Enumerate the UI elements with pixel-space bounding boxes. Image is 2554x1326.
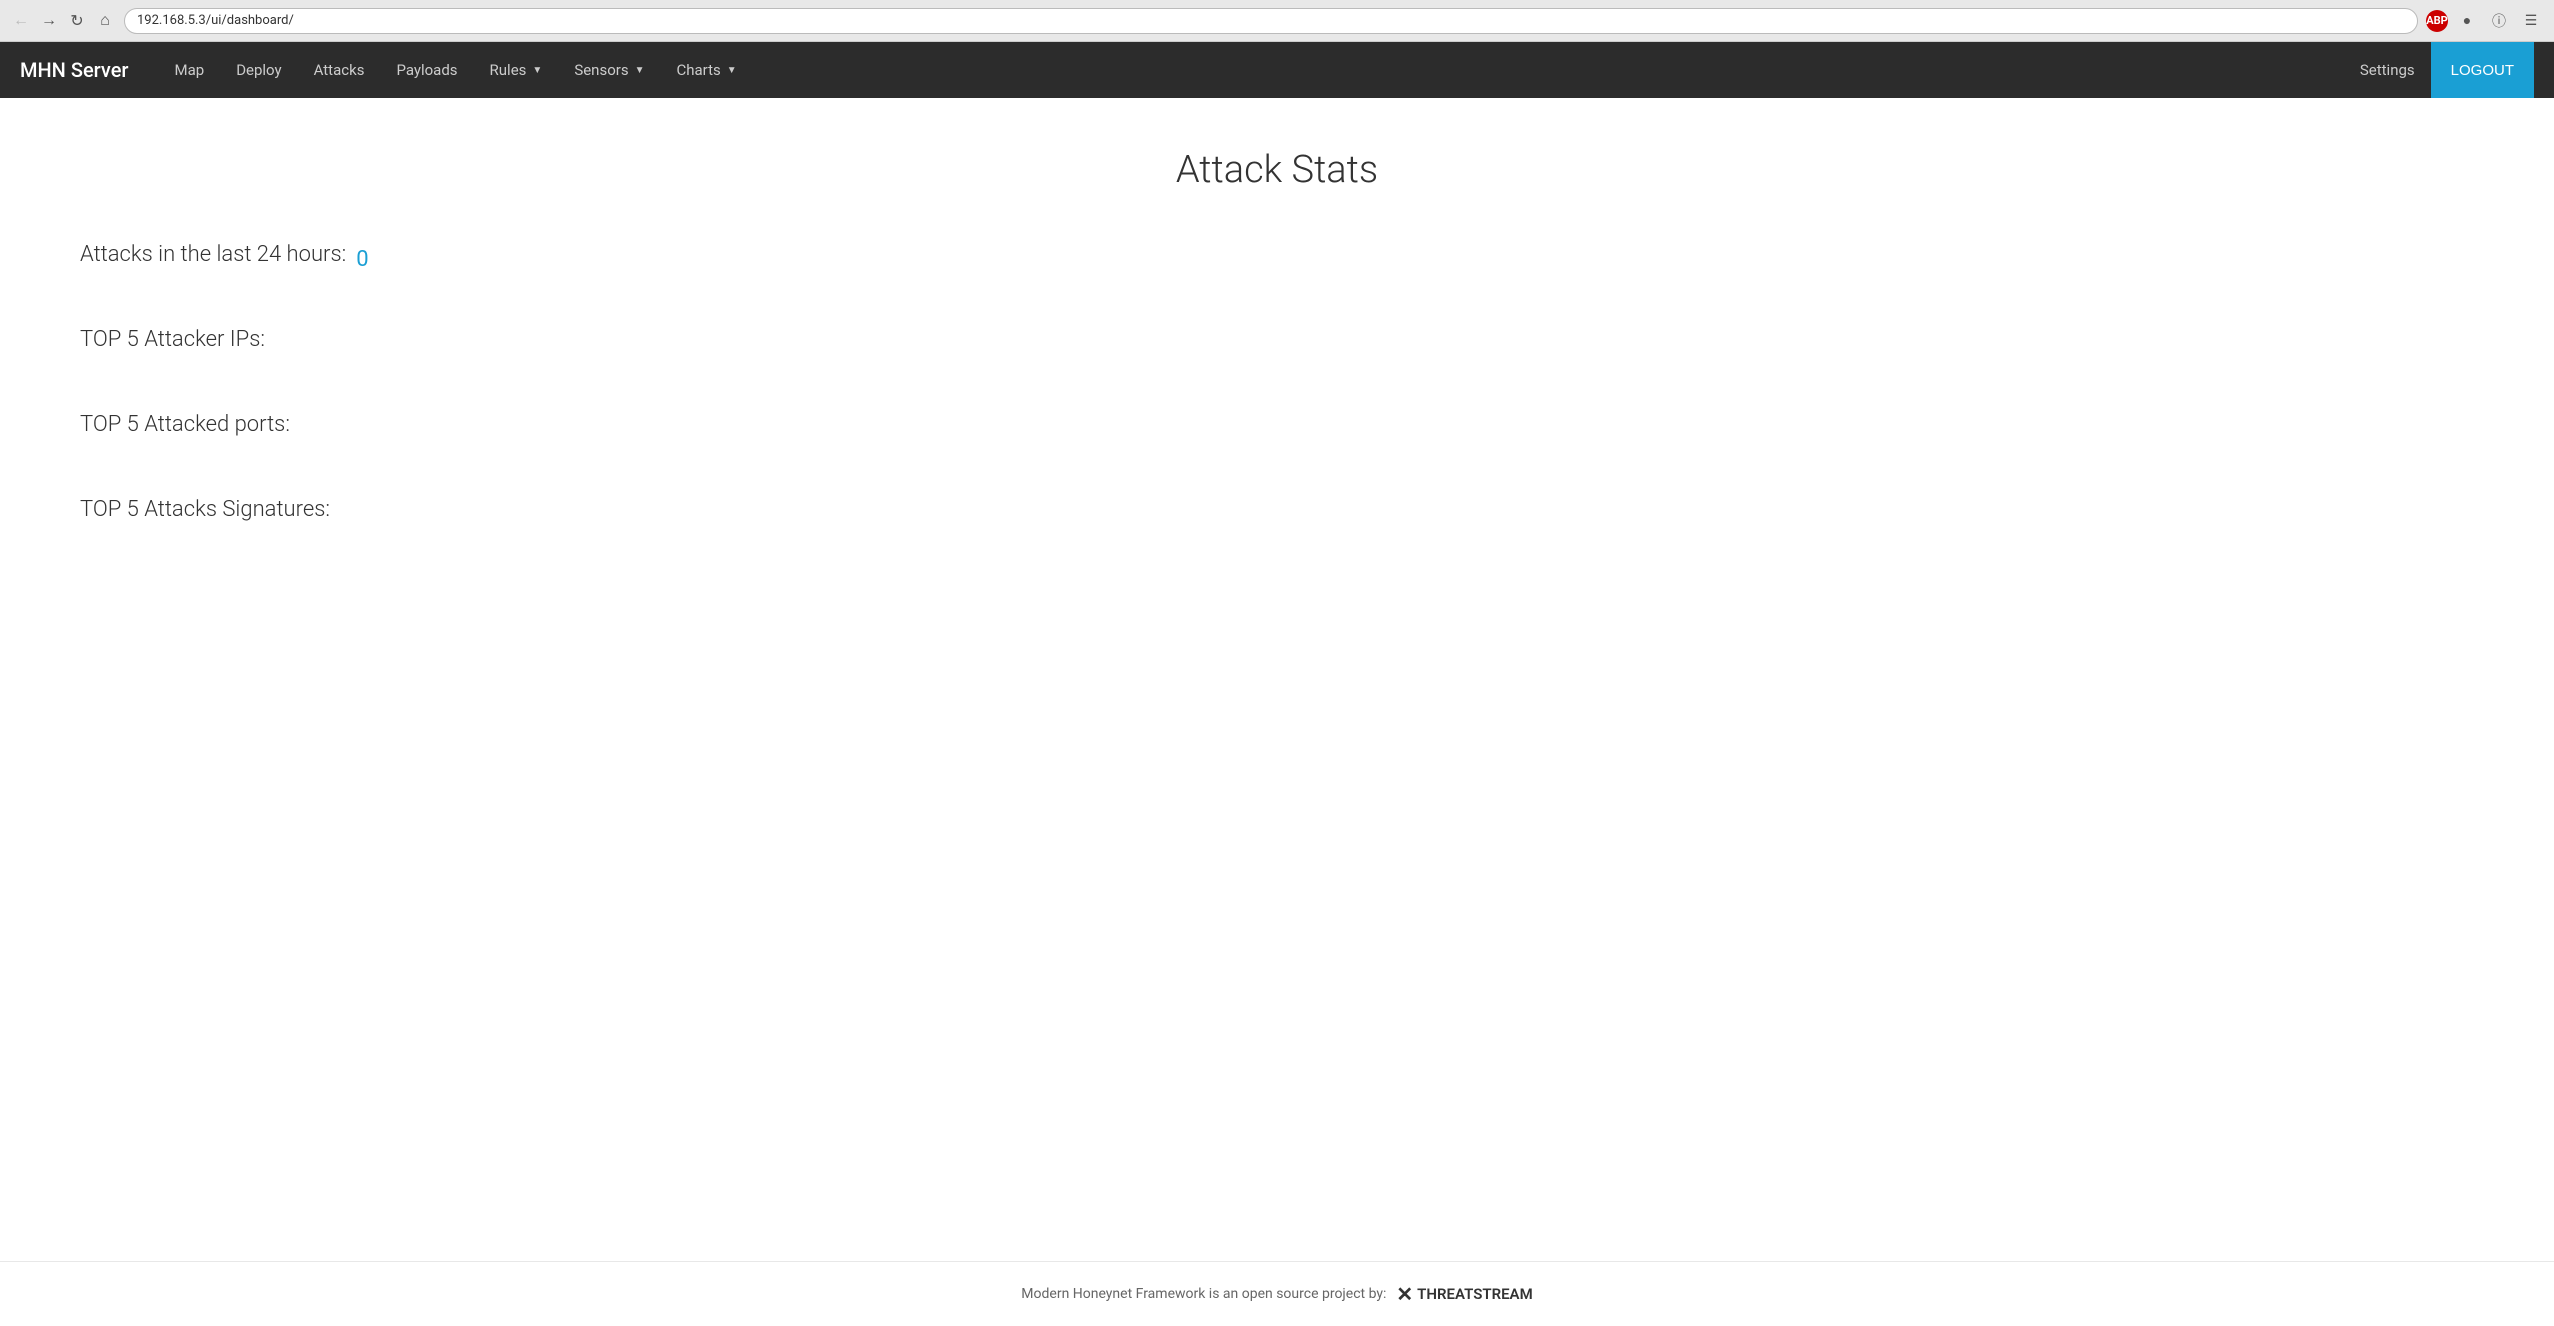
browser-chrome: ← → ↻ ⌂ 192.168.5.3/ui/dashboard/ ABP ● … (0, 0, 2554, 42)
nav-label-sensors: Sensors (574, 61, 628, 79)
threatstream-logo-icon: ✕ (1396, 1282, 1413, 1306)
nav-label-charts: Charts (676, 61, 720, 79)
browser-nav-buttons: ← → ↻ ⌂ (10, 10, 116, 32)
adblock-icon[interactable]: ABP (2426, 10, 2448, 32)
stat-value-attacks: 0 (356, 247, 368, 272)
footer: Modern Honeynet Framework is an open sou… (0, 1261, 2554, 1326)
footer-text: Modern Honeynet Framework is an open sou… (1021, 1286, 1386, 1302)
address-bar[interactable]: 192.168.5.3/ui/dashboard/ (124, 8, 2418, 34)
nav-item-map[interactable]: Map (159, 42, 221, 98)
stat-top5-ports: TOP 5 Attacked ports: (80, 412, 2474, 447)
stat-label-signatures: TOP 5 Attacks Signatures: (80, 497, 330, 522)
charts-dropdown-arrow: ▼ (727, 65, 737, 76)
logout-button[interactable]: LOGOUT (2431, 42, 2534, 98)
reload-button[interactable]: ↻ (66, 10, 88, 32)
stat-attacks-24h: Attacks in the last 24 hours: 0 (80, 242, 2474, 277)
extensions-icon[interactable]: ● (2454, 8, 2480, 34)
stat-row-signatures: TOP 5 Attacks Signatures: (80, 497, 2474, 532)
browser-actions: ABP ● ⓘ ☰ (2426, 8, 2544, 34)
nav-label-map: Map (175, 61, 205, 79)
threatstream-logo-text: THREATSTREAM (1417, 1285, 1533, 1303)
stat-row-attacks: Attacks in the last 24 hours: 0 (80, 242, 2474, 277)
page-title: Attack Stats (80, 148, 2474, 192)
stat-row-ips: TOP 5 Attacker IPs: (80, 327, 2474, 362)
rules-dropdown-arrow: ▼ (532, 65, 542, 76)
navbar-right: Settings LOGOUT (2344, 42, 2534, 98)
settings-link[interactable]: Settings (2344, 42, 2431, 98)
settings-label: Settings (2360, 61, 2415, 79)
stat-label-ips: TOP 5 Attacker IPs: (80, 327, 265, 352)
home-button[interactable]: ⌂ (94, 10, 116, 32)
nav-item-deploy[interactable]: Deploy (220, 42, 297, 98)
sensors-dropdown-arrow: ▼ (635, 65, 645, 76)
nav-label-deploy: Deploy (236, 61, 281, 79)
forward-button[interactable]: → (38, 10, 60, 32)
nav-label-rules: Rules (490, 61, 527, 79)
nav-label-payloads: Payloads (396, 61, 457, 79)
info-icon[interactable]: ⓘ (2486, 8, 2512, 34)
navbar-brand[interactable]: MHN Server (20, 58, 129, 82)
nav-item-charts[interactable]: Charts ▼ (660, 42, 752, 98)
nav-item-sensors[interactable]: Sensors ▼ (558, 42, 660, 98)
main-content: Attack Stats Attacks in the last 24 hour… (0, 98, 2554, 1261)
stat-label-attacks: Attacks in the last 24 hours: (80, 242, 346, 267)
threatstream-logo: ✕ THREATSTREAM (1396, 1282, 1532, 1306)
stat-row-ports: TOP 5 Attacked ports: (80, 412, 2474, 447)
menu-icon[interactable]: ☰ (2518, 8, 2544, 34)
stat-top5-signatures: TOP 5 Attacks Signatures: (80, 497, 2474, 532)
stat-top5-ips: TOP 5 Attacker IPs: (80, 327, 2474, 362)
stat-label-ports: TOP 5 Attacked ports: (80, 412, 290, 437)
navbar: MHN Server Map Deploy Attacks Payloads R… (0, 42, 2554, 98)
url-text: 192.168.5.3/ui/dashboard/ (137, 13, 294, 28)
back-button[interactable]: ← (10, 10, 32, 32)
nav-item-attacks[interactable]: Attacks (298, 42, 381, 98)
navbar-nav: Map Deploy Attacks Payloads Rules ▼ Sens… (159, 42, 2344, 98)
nav-item-rules[interactable]: Rules ▼ (474, 42, 559, 98)
nav-label-attacks: Attacks (314, 61, 365, 79)
nav-item-payloads[interactable]: Payloads (380, 42, 473, 98)
